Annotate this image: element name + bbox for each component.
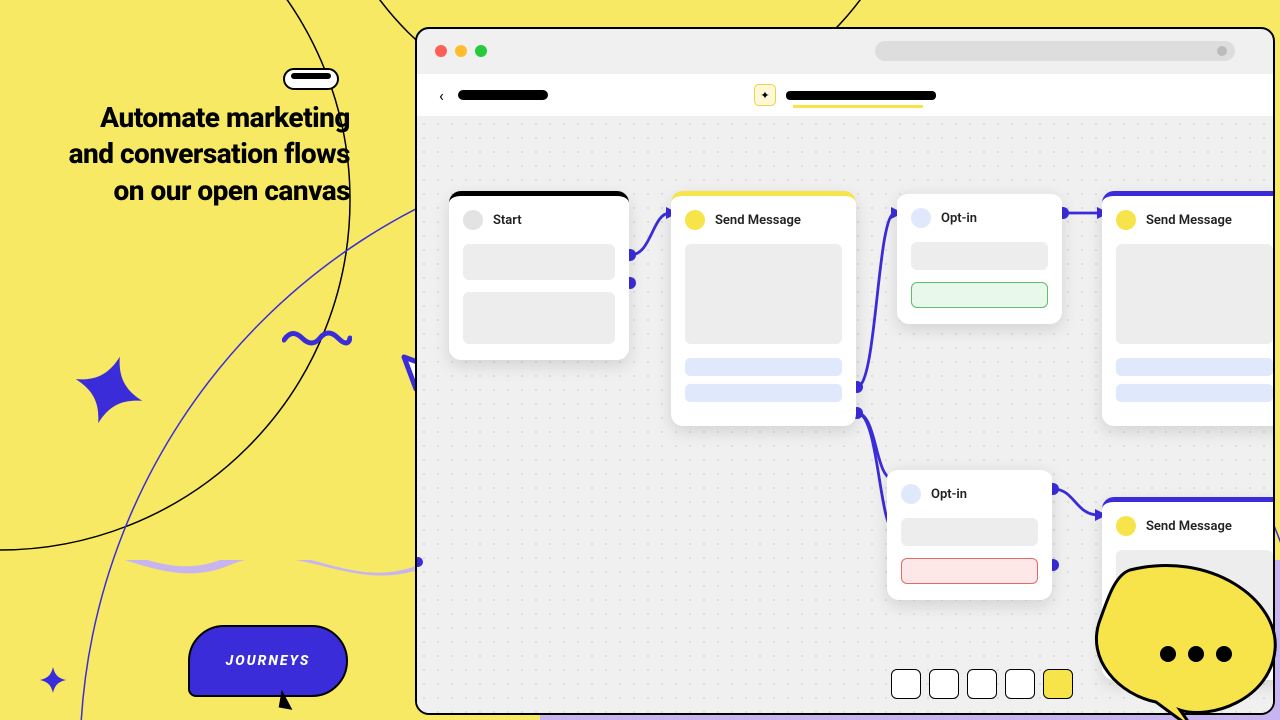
node-start-bullet-icon [463,210,483,230]
palette-swatch[interactable] [1005,669,1035,699]
small-sparkle-icon [38,665,68,695]
palette-swatch[interactable] [967,669,997,699]
optin-success-row [911,282,1048,308]
promo-stage: Automate marketing and conversation flow… [0,0,1280,720]
chat-bubble-icon [1090,560,1280,720]
maximize-icon[interactable] [475,45,487,57]
placeholder-field [911,242,1048,270]
flow-icon: ✦ [754,84,776,106]
close-icon[interactable] [435,45,447,57]
sparkle-icon [72,353,146,427]
node-title: Send Message [1146,213,1232,228]
journeys-badge-label: JOURNEYS [226,653,311,669]
node-start[interactable]: Start [449,191,629,360]
minimize-icon[interactable] [455,45,467,57]
window-titlebar [417,29,1273,73]
node-start-title: Start [493,213,522,228]
option-row [685,358,842,376]
toolbar-title-placeholder [458,90,548,100]
pill-decoration [283,68,339,90]
color-palette [891,669,1073,699]
node-bullet-icon [1116,210,1136,230]
flow-title[interactable]: ✦ [754,84,936,106]
placeholder-field [1116,244,1273,344]
squiggle-icon [282,328,352,346]
journeys-badge: JOURNEYS [188,625,348,697]
placeholder-field [901,518,1038,546]
node-bullet-icon [901,484,921,504]
node-title: Opt-in [931,487,967,502]
traffic-lights [435,45,487,57]
flow-title-placeholder [786,91,936,100]
back-icon[interactable]: ‹ [439,86,444,105]
option-row [1116,384,1273,402]
canvas-external-anchor [415,557,423,567]
placeholder-field [685,244,842,344]
node-bullet-icon [685,210,705,230]
node-send-message-2[interactable]: Send Message [1102,191,1275,426]
node-title: Opt-in [941,211,977,226]
node-title: Send Message [1146,519,1232,534]
headline-text: Automate marketing and conversation flow… [60,100,350,209]
palette-swatch-active[interactable] [1043,669,1073,699]
placeholder-field [463,292,615,344]
node-bullet-icon [1116,516,1136,536]
option-row [685,384,842,402]
node-optin-2[interactable]: Opt-in [887,467,1052,600]
url-bar[interactable] [875,41,1235,61]
palette-swatch[interactable] [891,669,921,699]
option-row [1116,358,1273,376]
node-send-message-1[interactable]: Send Message [671,191,856,426]
node-bullet-icon [911,208,931,228]
app-toolbar: ‹ ✦ [417,73,1273,117]
node-title: Send Message [715,213,801,228]
palette-swatch[interactable] [929,669,959,699]
node-optin-1[interactable]: Opt-in [897,191,1062,324]
placeholder-field [463,244,615,280]
flow-title-underline [793,105,923,108]
optin-fail-row [901,558,1038,584]
